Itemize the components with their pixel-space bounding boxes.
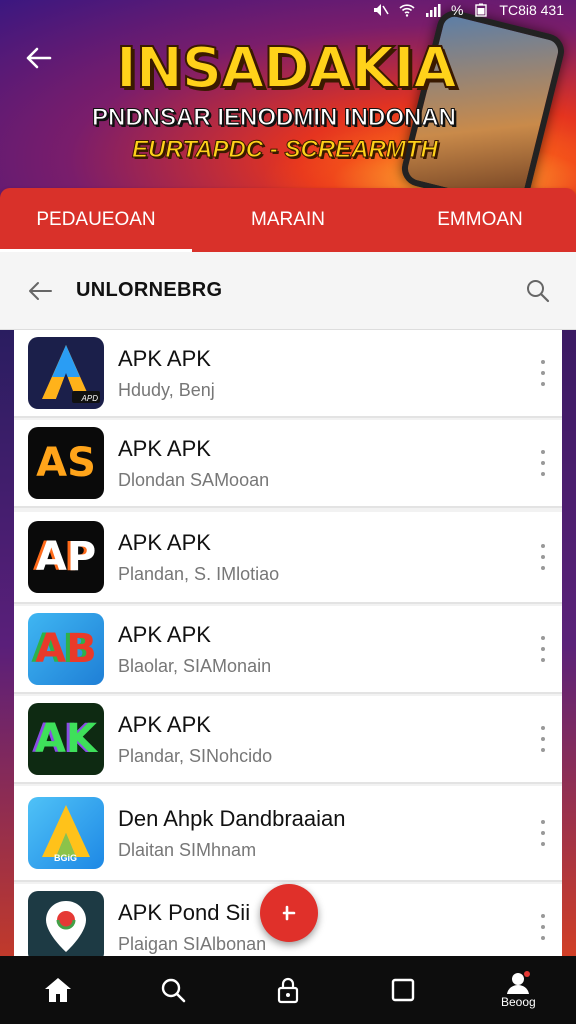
more-options-icon[interactable]: [536, 544, 550, 570]
list-item[interactable]: BGiG Den Ahpk Dandbraaian Dlaitan SIMhna…: [14, 786, 562, 882]
list-header: UNLORNEBRG: [0, 252, 576, 330]
app-title: APK Pond Sii: [118, 899, 251, 925]
app-subtitle: Plandan, S. IMlotiao: [118, 563, 280, 584]
square-icon: [391, 978, 415, 1002]
tab-bar: PEDAUEOAN MARAIN EMMOAN: [0, 188, 576, 252]
nav-lock[interactable]: [258, 960, 318, 1020]
tab-emmoan[interactable]: EMMOAN: [384, 188, 576, 252]
header-title: UNLORNEBRG: [76, 279, 223, 301]
wifi-icon: [399, 3, 415, 17]
more-options-icon[interactable]: [536, 450, 550, 476]
back-button[interactable]: [20, 40, 56, 76]
nav-square[interactable]: [373, 960, 433, 1020]
list-item[interactable]: AK APK APK Plandar, SINohcido: [14, 696, 562, 784]
app-subtitle: Hdudy, Benj: [118, 379, 215, 400]
app-title: APK APK: [118, 529, 211, 555]
app-list: APD APK APK Hdudy, Benj AS APK APK Dlond…: [14, 330, 562, 956]
search-button[interactable]: [520, 273, 556, 309]
list-item[interactable]: AP APK APK Plandan, S. IMlotiao: [14, 512, 562, 604]
more-options-icon[interactable]: [536, 726, 550, 752]
app-icon-ak-green: AK: [28, 703, 104, 775]
side-decor-right: [562, 330, 576, 960]
search-icon: [527, 279, 550, 302]
app-icon-a-yellow: BGiG: [28, 797, 104, 869]
app-icon-ab-blue: AB: [28, 613, 104, 685]
nav-profile[interactable]: Beoog: [488, 960, 548, 1020]
banner-tagline: EURTAPDC - SCREARMTH: [132, 136, 439, 164]
banner-subtitle: PNDNSAR IENODMIN INDONAN: [92, 104, 457, 132]
banner-title: INSADAKIA: [115, 35, 458, 102]
app-icon-ap-black: AP: [28, 521, 104, 593]
app-subtitle: Dlondan SAMooan: [118, 469, 270, 490]
search-icon: [161, 978, 186, 1003]
mute-icon: [373, 3, 389, 17]
side-decor-left: [0, 330, 14, 960]
status-time: TC8i8 431: [499, 2, 564, 18]
app-icon-as-black: AS: [28, 427, 104, 499]
more-options-icon[interactable]: [536, 820, 550, 846]
nav-search[interactable]: [143, 960, 203, 1020]
arrow-left-icon: [26, 47, 52, 69]
more-options-icon[interactable]: [536, 914, 550, 940]
profile-icon: [507, 971, 531, 994]
nav-home[interactable]: [28, 960, 88, 1020]
app-title: Den Ahpk Dandbraaian: [118, 805, 346, 831]
add-fab-button[interactable]: [260, 884, 318, 942]
more-options-icon[interactable]: [536, 360, 550, 386]
promo-banner: % TC8i8 431 INSADAKIA PNDNSAR IENODMIN I…: [0, 0, 576, 200]
list-item[interactable]: AB APK APK Blaolar, SIAMonain: [14, 606, 562, 694]
app-subtitle: Dlaitan SIMhnam: [118, 839, 257, 860]
app-icon-map-pin: [28, 891, 104, 956]
app-title: APK APK: [118, 345, 211, 371]
app-subtitle: Plandar, SINohcido: [118, 745, 273, 766]
app-title: APK APK: [118, 711, 211, 737]
signal-icon: [425, 3, 441, 17]
plus-icon: [282, 905, 296, 921]
app-icon-a-blue: APD: [28, 337, 104, 409]
battery-icon: [473, 3, 489, 17]
bottom-nav: Beoog: [0, 956, 576, 1024]
tab-marain[interactable]: MARAIN: [192, 188, 384, 252]
more-options-icon[interactable]: [536, 636, 550, 662]
battery-percent: %: [450, 2, 464, 18]
list-item[interactable]: APD APK APK Hdudy, Benj: [14, 330, 562, 418]
app-title: APK APK: [118, 435, 211, 461]
list-item[interactable]: AS APK APK Dlondan SAMooan: [14, 420, 562, 508]
home-icon: [44, 978, 71, 1002]
header-back-button[interactable]: [22, 273, 58, 309]
arrow-left-icon: [29, 281, 52, 300]
app-subtitle: Blaolar, SIAMonain: [118, 655, 272, 676]
app-subtitle: Plaigan SIAlbonan: [118, 933, 267, 954]
nav-profile-label: Beoog: [500, 995, 536, 1009]
app-title: APK APK: [118, 621, 211, 647]
tab-pedaueoan[interactable]: PEDAUEOAN: [0, 188, 192, 252]
status-bar: % TC8i8 431: [373, 0, 564, 20]
lock-icon: [277, 977, 299, 1004]
